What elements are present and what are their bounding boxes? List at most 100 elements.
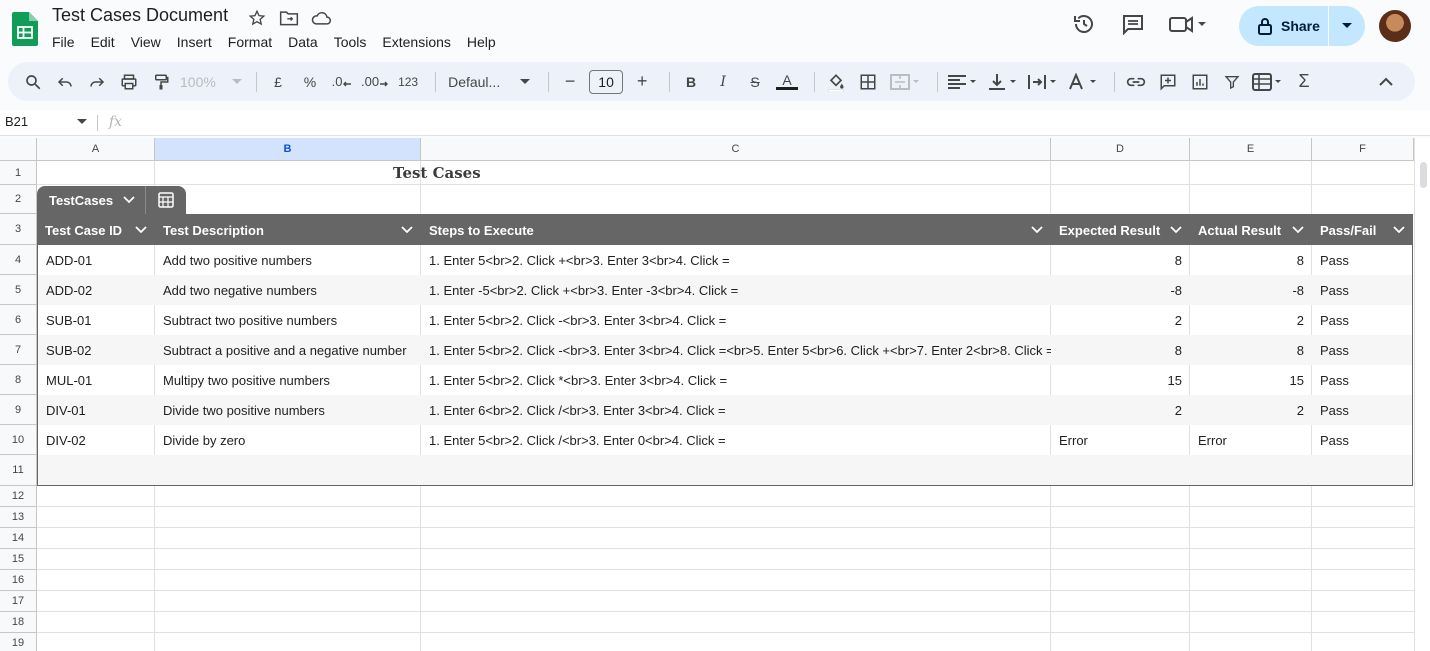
increase-decimal-button[interactable]: .00 [361, 68, 389, 96]
cell-pass-fail[interactable]: Pass [1312, 425, 1412, 455]
table-header-actual-result[interactable]: Actual Result [1190, 215, 1312, 245]
format-percent-button[interactable]: % [297, 68, 323, 96]
select-all-corner[interactable] [0, 138, 37, 161]
redo-icon[interactable] [84, 68, 110, 96]
row-header[interactable]: 2 [0, 185, 37, 214]
table-header-test-case-id[interactable]: Test Case ID [37, 215, 155, 245]
cell-test-description[interactable]: Divide two positive numbers [155, 395, 421, 425]
scrollbar-thumb[interactable] [1420, 162, 1427, 188]
sheets-logo-icon[interactable] [12, 12, 38, 46]
insert-link-icon[interactable] [1123, 68, 1149, 96]
cell-actual-result[interactable]: 8 [1190, 335, 1312, 365]
row-header[interactable]: 17 [0, 591, 37, 612]
vertical-scrollbar[interactable] [1414, 138, 1430, 651]
cell-pass-fail[interactable]: Pass [1312, 245, 1412, 275]
column-header-a[interactable]: A [37, 138, 155, 161]
name-box[interactable]: B21 [5, 114, 87, 129]
cell-test-case-id[interactable]: DIV-01 [38, 395, 155, 425]
table-header-test-description[interactable]: Test Description [155, 215, 421, 245]
cell-steps[interactable]: 1. Enter 5<br>2. Click +<br>3. Enter 3<b… [421, 245, 1051, 275]
cell-steps[interactable]: 1. Enter 5<br>2. Click -<br>3. Enter 3<b… [421, 335, 1051, 365]
horizontal-align-icon[interactable] [946, 68, 980, 96]
chevron-down-icon[interactable] [1393, 226, 1405, 234]
menu-format[interactable]: Format [220, 32, 280, 52]
merge-cells-icon[interactable] [887, 68, 923, 96]
cell-expected-result[interactable]: 2 [1051, 305, 1190, 335]
insert-chart-icon[interactable] [1187, 68, 1213, 96]
hide-menus-icon[interactable] [1373, 68, 1399, 96]
version-history-icon[interactable] [1068, 8, 1100, 40]
cell-test-description[interactable]: Divide by zero [155, 425, 421, 455]
cell-expected-result[interactable]: 8 [1051, 245, 1190, 275]
paint-format-icon[interactable] [148, 68, 174, 96]
cell-steps[interactable]: 1. Enter 5<br>2. Click /<br>3. Enter 0<b… [421, 425, 1051, 455]
increase-font-size-button[interactable]: + [629, 68, 655, 96]
cell-pass-fail[interactable]: Pass [1312, 305, 1412, 335]
row-header[interactable]: 19 [0, 633, 37, 651]
menu-extensions[interactable]: Extensions [374, 32, 458, 52]
text-color-button[interactable]: A [774, 68, 800, 96]
menu-edit[interactable]: Edit [83, 32, 123, 52]
menu-file[interactable]: File [44, 32, 83, 52]
cell-expected-result[interactable]: 8 [1051, 335, 1190, 365]
star-icon[interactable] [246, 8, 268, 28]
row-header[interactable]: 11 [0, 455, 37, 486]
chevron-down-icon[interactable] [135, 226, 147, 234]
font-size-input[interactable]: 10 [589, 69, 624, 94]
cell-steps[interactable]: 1. Enter 5<br>2. Click *<br>3. Enter 3<b… [421, 365, 1051, 395]
row-header[interactable]: 16 [0, 570, 37, 591]
cell-actual-result[interactable]: 2 [1190, 305, 1312, 335]
fill-color-icon[interactable] [823, 68, 849, 96]
table-row-empty[interactable] [38, 455, 1412, 485]
spreadsheet-grid[interactable]: A B C D E F 1 2 3 4 5 6 7 8 9 10 11 12 1… [0, 138, 1414, 651]
row-header[interactable]: 14 [0, 528, 37, 549]
table-header-steps[interactable]: Steps to Execute [421, 215, 1051, 245]
search-menus-icon[interactable] [20, 68, 46, 96]
meet-video-icon[interactable] [1166, 8, 1210, 40]
functions-button[interactable]: Σ [1291, 68, 1317, 96]
row-header[interactable]: 7 [0, 335, 37, 365]
cell-test-case-id[interactable]: ADD-01 [38, 245, 155, 275]
row-header[interactable]: 10 [0, 425, 37, 455]
cell-pass-fail[interactable]: Pass [1312, 275, 1412, 305]
cell-test-case-id[interactable]: MUL-01 [38, 365, 155, 395]
share-dropdown-button[interactable] [1329, 22, 1365, 30]
cell-test-description[interactable]: Add two negative numbers [155, 275, 421, 305]
cloud-saved-icon[interactable] [310, 8, 332, 28]
font-family-select[interactable]: Defaul... [444, 68, 534, 96]
row-header[interactable]: 9 [0, 395, 37, 425]
cell-test-description[interactable]: Subtract two positive numbers [155, 305, 421, 335]
row-header[interactable]: 4 [0, 245, 37, 275]
print-icon[interactable] [116, 68, 142, 96]
filter-icon[interactable] [1219, 68, 1245, 96]
text-wrapping-icon[interactable] [1026, 68, 1060, 96]
sheet-title-cell[interactable]: Test Cases [393, 164, 481, 182]
cell-expected-result[interactable]: 2 [1051, 395, 1190, 425]
vertical-align-icon[interactable] [986, 68, 1020, 96]
decrease-decimal-button[interactable]: .0 [329, 68, 355, 96]
column-header-f[interactable]: F [1312, 138, 1414, 161]
cell-actual-result[interactable]: Error [1190, 425, 1312, 455]
zoom-select[interactable]: 100% [180, 68, 242, 96]
cell-test-case-id[interactable]: SUB-02 [38, 335, 155, 365]
menu-data[interactable]: Data [280, 32, 326, 52]
cell-test-description[interactable]: Add two positive numbers [155, 245, 421, 275]
row-header[interactable]: 8 [0, 365, 37, 395]
row-header[interactable]: 1 [0, 161, 37, 185]
move-folder-icon[interactable] [278, 8, 300, 28]
cell-actual-result[interactable]: 2 [1190, 395, 1312, 425]
table-menu-button[interactable] [145, 186, 187, 214]
menu-tools[interactable]: Tools [326, 32, 375, 52]
document-title[interactable]: Test Cases Document [52, 5, 228, 26]
cell-expected-result[interactable]: 15 [1051, 365, 1190, 395]
account-avatar[interactable] [1379, 10, 1411, 42]
comments-icon[interactable] [1117, 8, 1149, 40]
strikethrough-button[interactable]: S [742, 68, 768, 96]
column-header-b[interactable]: B [155, 138, 421, 161]
chevron-down-icon[interactable] [1292, 226, 1304, 234]
menu-insert[interactable]: Insert [169, 32, 220, 52]
row-header[interactable]: 15 [0, 549, 37, 570]
column-header-c[interactable]: C [421, 138, 1051, 161]
cell-actual-result[interactable]: -8 [1190, 275, 1312, 305]
row-header[interactable]: 18 [0, 612, 37, 633]
